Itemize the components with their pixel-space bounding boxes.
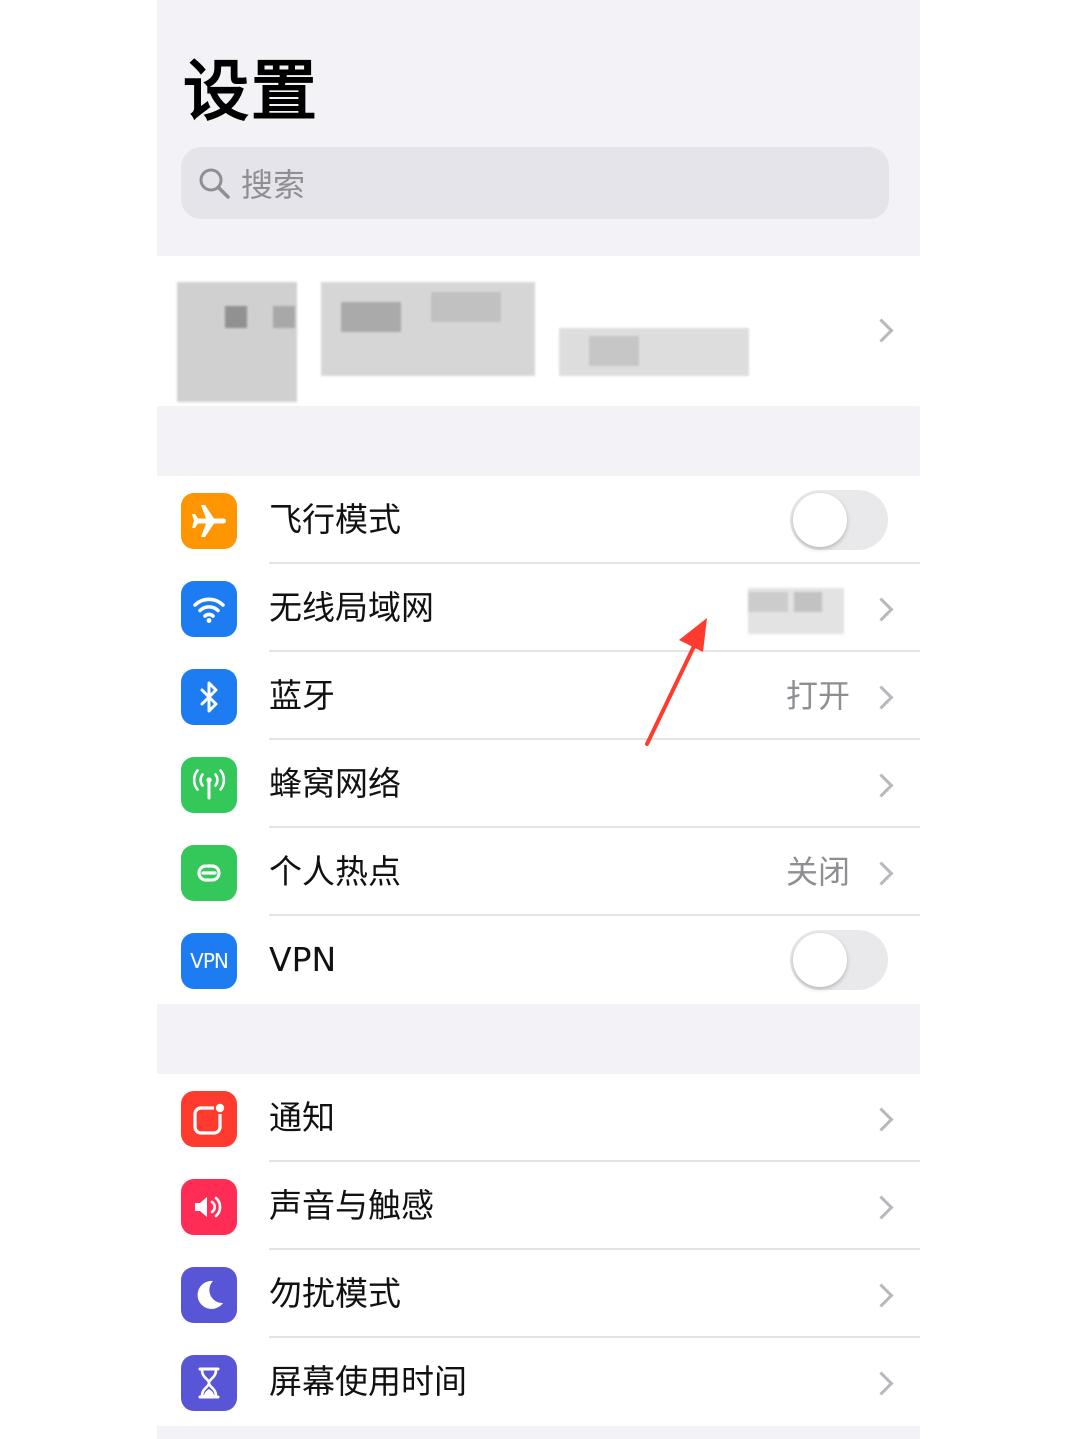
vpn-toggle[interactable] — [790, 930, 888, 990]
toggle-knob — [793, 933, 847, 987]
apple-id-profile-row[interactable] — [157, 256, 920, 406]
row-label: VPN — [269, 940, 337, 979]
chevron-right-icon — [869, 861, 894, 886]
moon-icon — [181, 1267, 237, 1323]
row-wifi[interactable]: 无线局域网 — [157, 564, 920, 652]
row-label: 飞行模式 — [269, 500, 401, 539]
search-icon — [199, 168, 230, 199]
row-label: 蓝牙 — [269, 676, 335, 715]
search-placeholder: 搜索 — [241, 166, 306, 204]
row-cellular[interactable]: 蜂窝网络 — [157, 740, 920, 828]
row-personal-hotspot[interactable]: 个人热点 关闭 — [157, 828, 920, 916]
row-label: 勿扰模式 — [269, 1274, 401, 1313]
row-bluetooth[interactable]: 蓝牙 打开 — [157, 652, 920, 740]
avatar — [177, 282, 297, 402]
row-label: 蜂窝网络 — [269, 764, 401, 803]
bluetooth-status: 打开 — [785, 677, 850, 715]
notifications-icon — [181, 1091, 237, 1147]
wifi-icon — [181, 581, 237, 637]
row-label: 个人热点 — [269, 852, 401, 891]
row-label: 声音与触感 — [269, 1186, 434, 1225]
airplane-mode-toggle[interactable] — [790, 490, 888, 550]
notification-settings-group: 通知 声音与触感 勿扰模式 屏幕使用时间 — [157, 1074, 920, 1426]
row-vpn[interactable]: VPN VPN — [157, 916, 920, 1004]
row-airplane-mode[interactable]: 飞行模式 — [157, 476, 920, 564]
row-notifications[interactable]: 通知 — [157, 1074, 920, 1162]
row-label: 屏幕使用时间 — [269, 1362, 467, 1401]
chevron-right-icon — [869, 773, 894, 798]
chevron-right-icon — [869, 1195, 894, 1220]
vpn-icon-text: VPN — [190, 949, 229, 973]
row-sounds-haptics[interactable]: 声音与触感 — [157, 1162, 920, 1250]
network-settings-group: 飞行模式 无线局域网 蓝牙 打开 蜂窝网络 个人热点 关闭 VPN VPN — [157, 476, 920, 1004]
chevron-right-icon — [869, 685, 894, 710]
profile-name-redacted — [321, 282, 535, 376]
bluetooth-icon — [181, 669, 237, 725]
page-title: 设置 — [183, 53, 319, 130]
toggle-knob — [793, 493, 847, 547]
row-label: 通知 — [269, 1098, 335, 1137]
row-screen-time[interactable]: 屏幕使用时间 — [157, 1338, 920, 1426]
hourglass-icon — [181, 1355, 237, 1411]
wifi-network-name-redacted — [748, 588, 844, 634]
sound-icon — [181, 1179, 237, 1235]
cellular-icon — [181, 757, 237, 813]
hotspot-icon — [181, 845, 237, 901]
row-label: 无线局域网 — [269, 588, 434, 627]
hotspot-status: 关闭 — [785, 853, 850, 891]
chevron-right-icon — [869, 1107, 894, 1132]
chevron-right-icon — [869, 1371, 894, 1396]
settings-screen: 设置 搜索 飞行模式 无线局域网 蓝牙 打开 蜂窝网络 个人热点 关闭 VPN … — [157, 0, 920, 1439]
chevron-right-icon — [869, 1283, 894, 1308]
chevron-right-icon — [869, 597, 894, 622]
profile-subtitle-redacted — [559, 328, 749, 376]
search-field[interactable]: 搜索 — [181, 147, 889, 219]
vpn-icon: VPN — [181, 933, 237, 989]
airplane-icon — [181, 493, 237, 549]
chevron-right-icon — [869, 318, 894, 343]
row-do-not-disturb[interactable]: 勿扰模式 — [157, 1250, 920, 1338]
